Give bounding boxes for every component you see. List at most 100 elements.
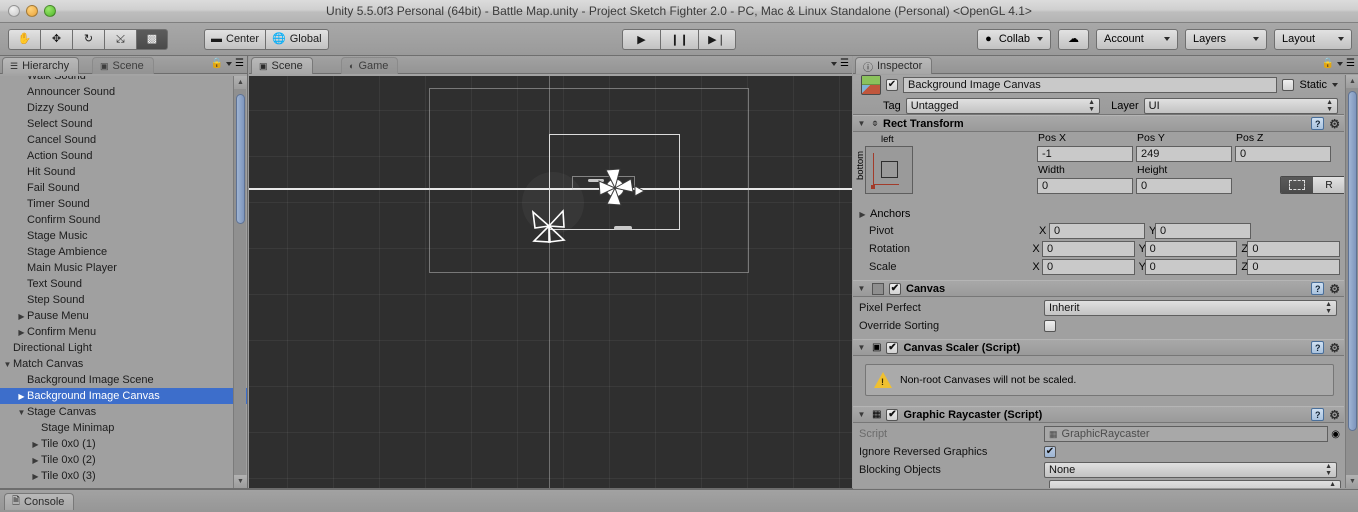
hierarchy-scroll-thumb[interactable] bbox=[236, 94, 245, 224]
component-header-graphic-raycaster[interactable]: ▼ ▦ ✔ Graphic Raycaster (Script) ? ⚙ bbox=[853, 406, 1344, 423]
override-sorting-checkbox[interactable] bbox=[1044, 320, 1056, 332]
help-icon[interactable]: ? bbox=[1311, 341, 1325, 354]
hierarchy-scrollbar[interactable]: ▲ ▼ bbox=[233, 76, 247, 488]
raw-edit-button[interactable]: R bbox=[1313, 177, 1344, 193]
chevron-down-icon[interactable] bbox=[1332, 83, 1338, 87]
layout-button[interactable]: Layout bbox=[1274, 28, 1352, 50]
maximize-window-button[interactable] bbox=[44, 5, 56, 17]
gear-icon[interactable]: ⚙ bbox=[1329, 118, 1340, 130]
object-name-input[interactable]: Background Image Canvas bbox=[903, 77, 1278, 93]
hierarchy-item-action-sound[interactable]: Action Sound bbox=[0, 148, 247, 164]
pivot-x-input[interactable]: 0 bbox=[1049, 223, 1145, 239]
inspector-scrollbar[interactable]: ▲ ▼ bbox=[1345, 75, 1358, 488]
scale-x-input[interactable]: 0 bbox=[1042, 259, 1135, 275]
collapse-triangle-icon[interactable]: ▶ bbox=[16, 328, 27, 337]
lock-icon[interactable]: 🔒 bbox=[211, 58, 223, 69]
scroll-up-arrow-icon[interactable]: ▲ bbox=[1346, 75, 1358, 88]
help-icon[interactable]: ? bbox=[1311, 117, 1325, 130]
object-enabled-checkbox[interactable]: ✔ bbox=[886, 79, 898, 91]
blocking-mask-dropdown[interactable]: ▲▼ bbox=[1049, 480, 1341, 488]
hierarchy-item-stage-canvas[interactable]: ▼ Stage Canvas bbox=[0, 404, 247, 420]
hierarchy-item-select-sound[interactable]: Select Sound bbox=[0, 116, 247, 132]
expand-triangle-icon[interactable]: ▼ bbox=[2, 360, 13, 369]
canvas-scaler-enabled-checkbox[interactable]: ✔ bbox=[886, 341, 899, 354]
pause-button[interactable]: ❙❙ bbox=[660, 28, 698, 50]
help-icon[interactable]: ? bbox=[1311, 282, 1325, 295]
move-tool-button[interactable]: ✥ bbox=[40, 28, 72, 50]
tab-inspector[interactable]: ⓘ Inspector bbox=[855, 57, 933, 74]
blocking-objects-dropdown[interactable]: None ▲ ▼ bbox=[1044, 462, 1337, 478]
panel-menu-icon[interactable]: ☰ bbox=[840, 58, 849, 69]
pos-x-input[interactable]: -1 bbox=[1037, 146, 1133, 162]
scroll-down-arrow-icon[interactable]: ▼ bbox=[234, 475, 247, 488]
account-button[interactable]: Account bbox=[1096, 28, 1178, 50]
hierarchy-item-main-music-player[interactable]: Main Music Player bbox=[0, 260, 247, 276]
scale-z-input[interactable]: 0 bbox=[1247, 259, 1340, 275]
tab-scene-left[interactable]: ▣ Scene bbox=[92, 57, 154, 74]
object-picker-icon[interactable]: ◉ bbox=[1331, 429, 1340, 440]
hierarchy-item-directional-light[interactable]: Directional Light bbox=[0, 340, 247, 356]
help-icon[interactable]: ? bbox=[1311, 408, 1325, 421]
collapse-triangle-icon[interactable]: ▶ bbox=[30, 456, 41, 465]
scale-y-input[interactable]: 0 bbox=[1144, 259, 1238, 275]
expand-triangle-icon[interactable]: ▼ bbox=[16, 408, 27, 417]
collapse-triangle-icon[interactable]: ▶ bbox=[30, 440, 41, 449]
pivot-y-input[interactable]: 0 bbox=[1155, 223, 1251, 239]
pos-y-input[interactable]: 249 bbox=[1136, 146, 1232, 162]
inspector-scroll-thumb[interactable] bbox=[1348, 91, 1357, 431]
tag-dropdown[interactable]: Untagged ▲ ▼ bbox=[905, 98, 1101, 114]
blueprint-mode-button[interactable] bbox=[1281, 177, 1313, 193]
step-button[interactable]: ▶❘ bbox=[698, 28, 736, 50]
panel-menu-icon[interactable]: ☰ bbox=[1346, 58, 1355, 69]
panel-menu-icon[interactable]: ☰ bbox=[235, 58, 244, 69]
lock-icon[interactable]: 🔒 bbox=[1322, 58, 1334, 69]
hierarchy-item-tile-0x0-1[interactable]: ▶ Tile 0x0 (1) bbox=[0, 436, 247, 452]
hierarchy-item-tile-0x0-2[interactable]: ▶ Tile 0x0 (2) bbox=[0, 452, 247, 468]
ignore-reversed-checkbox[interactable]: ✔ bbox=[1044, 446, 1056, 458]
hierarchy-tree[interactable]: Walk Sound Announcer Sound Dizzy Sound Sele… bbox=[0, 76, 247, 488]
canvas-enabled-checkbox[interactable]: ✔ bbox=[889, 282, 901, 295]
expand-triangle-icon[interactable]: ▼ bbox=[856, 410, 867, 419]
play-button[interactable]: ▶ bbox=[622, 28, 660, 50]
hierarchy-item-announcer-sound[interactable]: Announcer Sound bbox=[0, 84, 247, 100]
expand-triangle-icon[interactable]: ▼ bbox=[856, 119, 867, 128]
cloud-button[interactable]: ☁ bbox=[1058, 28, 1089, 50]
collab-button[interactable]: ● Collab bbox=[977, 28, 1051, 50]
collapse-triangle-icon[interactable]: ▶ bbox=[16, 312, 27, 321]
blueprint-raw-toggle[interactable]: R bbox=[1280, 176, 1344, 194]
hierarchy-item-background-image-canvas[interactable]: ▶ Background Image Canvas bbox=[0, 388, 247, 404]
rotation-y-input[interactable]: 0 bbox=[1144, 241, 1238, 257]
collapse-triangle-icon[interactable]: ▶ bbox=[30, 472, 41, 481]
graphic-raycaster-enabled-checkbox[interactable]: ✔ bbox=[886, 408, 899, 421]
component-header-canvas-scaler[interactable]: ▼ ▣ ✔ Canvas Scaler (Script) ? ⚙ bbox=[853, 339, 1344, 356]
hand-tool-button[interactable]: ✋ bbox=[8, 28, 40, 50]
hierarchy-item-pause-menu[interactable]: ▶ Pause Menu bbox=[0, 308, 247, 324]
anchor-preset-widget[interactable] bbox=[865, 146, 913, 194]
height-input[interactable]: 0 bbox=[1136, 178, 1232, 194]
pivot-gizmo-icon[interactable] bbox=[527, 204, 571, 248]
rect-tool-button[interactable]: ▩ bbox=[136, 28, 168, 50]
hierarchy-item-confirm-sound[interactable]: Confirm Sound bbox=[0, 212, 247, 228]
hierarchy-item-cancel-sound[interactable]: Cancel Sound bbox=[0, 132, 247, 148]
expand-triangle-icon[interactable]: ▼ bbox=[856, 343, 867, 352]
tab-hierarchy[interactable]: ☰ Hierarchy bbox=[2, 57, 80, 74]
scene-viewport[interactable] bbox=[249, 76, 852, 488]
tab-scene[interactable]: ▣ Scene bbox=[251, 57, 313, 74]
move-gizmo-icon[interactable] bbox=[591, 164, 645, 212]
gear-icon[interactable]: ⚙ bbox=[1329, 409, 1340, 421]
hierarchy-item-stage-minimap[interactable]: Stage Minimap bbox=[0, 420, 247, 436]
scroll-down-arrow-icon[interactable]: ▼ bbox=[1346, 475, 1358, 488]
tab-game[interactable]: ◐ Game bbox=[341, 57, 399, 74]
minimize-window-button[interactable] bbox=[26, 5, 38, 17]
layer-dropdown[interactable]: UI ▲ ▼ bbox=[1143, 98, 1338, 114]
gear-icon[interactable]: ⚙ bbox=[1329, 283, 1340, 295]
script-field[interactable]: ▦ GraphicRaycaster bbox=[1044, 426, 1329, 442]
hierarchy-item-background-image-scene[interactable]: Background Image Scene bbox=[0, 372, 247, 388]
hierarchy-item-dizzy-sound[interactable]: Dizzy Sound bbox=[0, 100, 247, 116]
hierarchy-item-fail-sound[interactable]: Fail Sound bbox=[0, 180, 247, 196]
scroll-up-arrow-icon[interactable]: ▲ bbox=[234, 76, 247, 89]
expand-triangle-icon[interactable]: ▼ bbox=[856, 284, 867, 293]
static-checkbox[interactable] bbox=[1282, 79, 1295, 91]
hierarchy-item-walk-sound[interactable]: Walk Sound bbox=[0, 76, 247, 84]
hierarchy-item-step-sound[interactable]: Step Sound bbox=[0, 292, 247, 308]
